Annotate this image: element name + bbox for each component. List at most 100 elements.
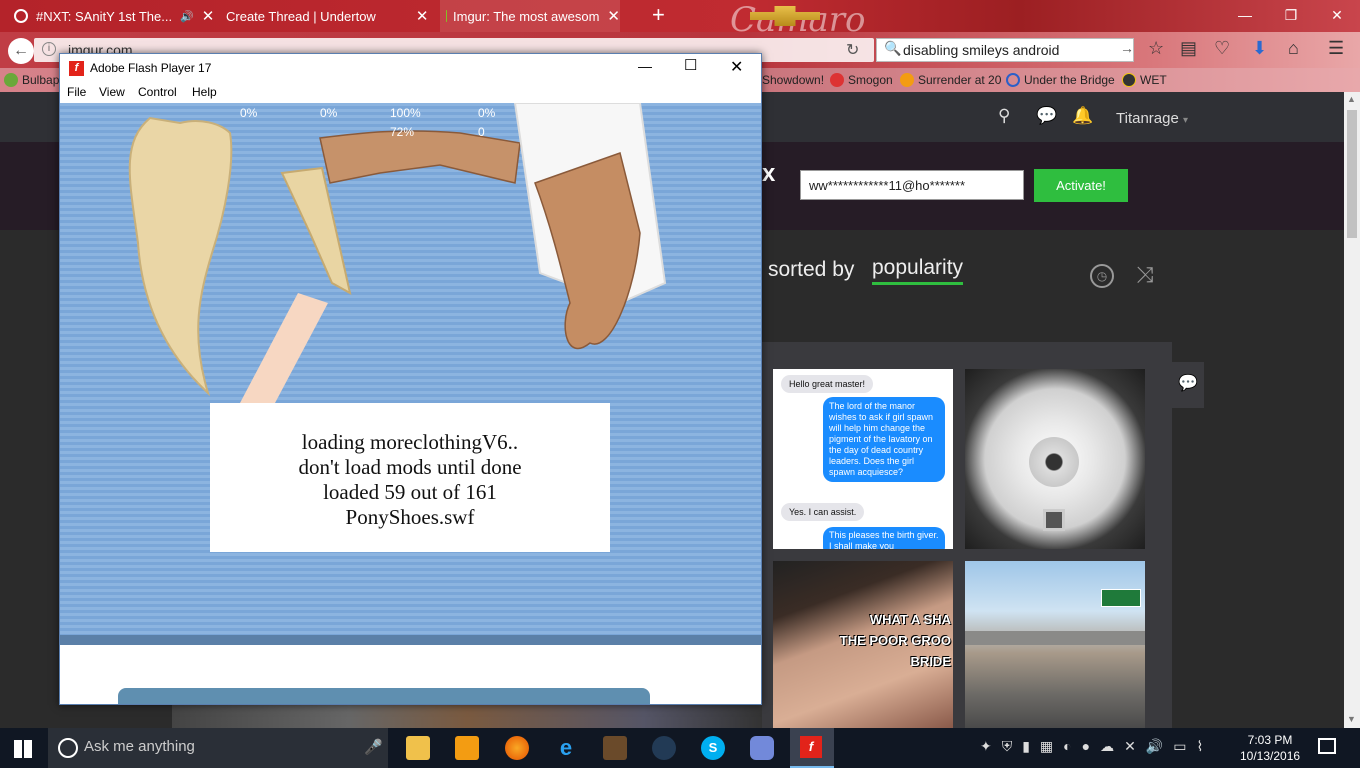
activate-button[interactable]: Activate!: [1034, 169, 1128, 202]
bookmark-wet[interactable]: WET: [1122, 73, 1167, 87]
comment-fab-button[interactable]: 💬: [1172, 362, 1204, 408]
discord-icon[interactable]: [750, 736, 774, 760]
tab-undertow[interactable]: Create Thread | Undertow ✕: [226, 0, 436, 32]
gallery-item-lid[interactable]: [965, 369, 1145, 549]
microphone-icon[interactable]: 🎤: [364, 738, 383, 756]
email-field[interactable]: ww************11@ho*******: [800, 170, 1024, 200]
menu-file[interactable]: File: [67, 85, 86, 99]
cortana-search-input[interactable]: Ask me anything: [48, 728, 388, 768]
sort-dropdown[interactable]: popularity: [872, 256, 964, 285]
download-icon[interactable]: ⬇: [1252, 38, 1267, 59]
meme-line: BRIDE: [910, 654, 951, 669]
home-icon[interactable]: ⌂: [1288, 38, 1299, 59]
bookmark-undertow[interactable]: Under the Bridge: [1006, 73, 1115, 87]
back-button[interactable]: ←: [8, 38, 34, 64]
window-controls: — ❐ ✕: [1222, 0, 1360, 32]
gear-center: [1029, 437, 1079, 487]
stat-5: 0: [478, 125, 485, 139]
user-menu[interactable]: Titanrage ▾: [1116, 110, 1188, 127]
flash-logo-icon: f: [800, 736, 822, 758]
menu-view[interactable]: View: [99, 85, 125, 99]
meme-line: WHAT A SHA: [869, 612, 951, 627]
search-icon[interactable]: ⚲: [998, 106, 1010, 126]
scroll-down-icon[interactable]: ▼: [1347, 714, 1356, 724]
edge-icon[interactable]: e: [554, 736, 578, 760]
bookmark-surrender[interactable]: Surrender at 20: [900, 73, 1001, 87]
gallery-item-chat[interactable]: Hello great master! The lord of the mano…: [773, 369, 953, 549]
flash-lower-panel: [118, 688, 650, 704]
info-icon[interactable]: i: [42, 42, 56, 56]
notifications-icon[interactable]: 🔔: [1072, 106, 1093, 126]
flash-title: Adobe Flash Player 17: [90, 61, 212, 75]
messages-icon[interactable]: 💬: [1036, 106, 1057, 126]
random-shuffle-icon[interactable]: ⤨: [1136, 262, 1154, 288]
file-explorer-icon[interactable]: [406, 736, 430, 760]
stage-bottom-bar: [60, 635, 761, 645]
bookmark-bulbap[interactable]: Bulbap: [4, 73, 59, 87]
close-tab-icon[interactable]: ✕: [607, 7, 620, 25]
sorted-by-label: sorted by: [768, 258, 855, 281]
scroll-up-icon[interactable]: ▲: [1347, 94, 1356, 104]
menu-control[interactable]: Control: [138, 85, 177, 99]
close-tab-icon[interactable]: ✕: [202, 7, 215, 25]
close-tab-icon[interactable]: ✕: [416, 7, 429, 25]
steam-like-icon[interactable]: [652, 736, 676, 760]
bookmark-showdown[interactable]: Showdown!: [762, 73, 824, 87]
time-sort-icon[interactable]: ◷: [1090, 264, 1114, 288]
chat-bubble-left: Hello great master!: [781, 375, 874, 393]
bookmark-favicon-icon: [900, 73, 914, 87]
action-center-icon[interactable]: [1318, 738, 1336, 754]
hair-lock: [280, 166, 352, 295]
restore-icon[interactable]: ❐: [1268, 0, 1314, 32]
skype-icon[interactable]: S: [701, 736, 725, 760]
gallery-item-highway[interactable]: [965, 561, 1145, 728]
bookmark-smogon[interactable]: Smogon: [830, 73, 893, 87]
bookmark-label: Surrender at 20: [918, 73, 1002, 87]
loading-line: don't load mods until done: [298, 455, 522, 479]
game-icon[interactable]: [603, 736, 627, 760]
pocket-icon[interactable]: ♡: [1214, 38, 1230, 59]
loading-line: loading moreclothingV6..: [301, 430, 519, 454]
stat-1: 0%: [320, 106, 338, 120]
stat-0: 0%: [240, 106, 258, 120]
bookmark-favicon-icon: [830, 73, 844, 87]
bookmark-favicon-icon: [1122, 73, 1136, 87]
hair-shape: [128, 116, 233, 397]
meme-text: WHAT A SHA THE POOR GROO BRIDE: [840, 609, 951, 672]
flash-taskbar-button[interactable]: f: [790, 728, 834, 768]
menu-icon[interactable]: ☰: [1328, 38, 1344, 59]
overpass: [965, 631, 1145, 645]
maximize-icon[interactable]: ☐: [684, 56, 697, 74]
tab-nxt[interactable]: #NXT: SAnitY 1st The... 🔊 ✕: [14, 0, 220, 32]
menu-help[interactable]: Help: [192, 85, 217, 99]
media-player-icon[interactable]: [455, 736, 479, 760]
close-icon[interactable]: ✕: [730, 57, 743, 77]
bookmark-star-icon[interactable]: ☆: [1148, 38, 1164, 59]
close-icon[interactable]: ✕: [1314, 0, 1360, 32]
new-tab-button[interactable]: +: [652, 2, 665, 28]
gallery-item-meme[interactable]: WHAT A SHA THE POOR GROO BRIDE: [773, 561, 953, 728]
tab-imgur[interactable]: Imgur: The most awesom ✕: [440, 0, 620, 32]
speaker-icon[interactable]: 🔊: [180, 10, 194, 23]
minimize-icon[interactable]: —: [1222, 0, 1268, 32]
reload-icon[interactable]: ↻: [846, 40, 859, 60]
lock-block: [1043, 509, 1065, 531]
minimize-icon[interactable]: —: [638, 58, 652, 74]
bookmark-favicon-icon: [1006, 73, 1020, 87]
bookmark-label: WET: [1140, 73, 1167, 87]
firefox-icon[interactable]: [505, 736, 529, 760]
flash-title-bar[interactable]: f Adobe Flash Player 17 — ☐ ✕: [60, 54, 761, 83]
tab-favicon-icon: [14, 9, 28, 23]
loading-panel: loading moreclothingV6.. don't load mods…: [210, 403, 610, 552]
search-input[interactable]: disabling smileys android: [876, 38, 1134, 62]
bookmark-label: Showdown!: [762, 73, 825, 87]
cortana-icon: [58, 738, 78, 758]
chat-bubble-left: Yes. I can assist.: [781, 503, 865, 521]
reader-icon[interactable]: ▤: [1180, 38, 1197, 59]
flash-menu-bar: File View Control Help: [60, 83, 761, 103]
scrollbar-thumb[interactable]: [1347, 110, 1357, 238]
gallery-row-partial: [172, 705, 762, 728]
chevron-down-icon: ▾: [1182, 115, 1189, 126]
clock[interactable]: 7:03 PM 10/13/2016: [1240, 732, 1300, 764]
search-go-icon[interactable]: →: [1120, 40, 1134, 56]
